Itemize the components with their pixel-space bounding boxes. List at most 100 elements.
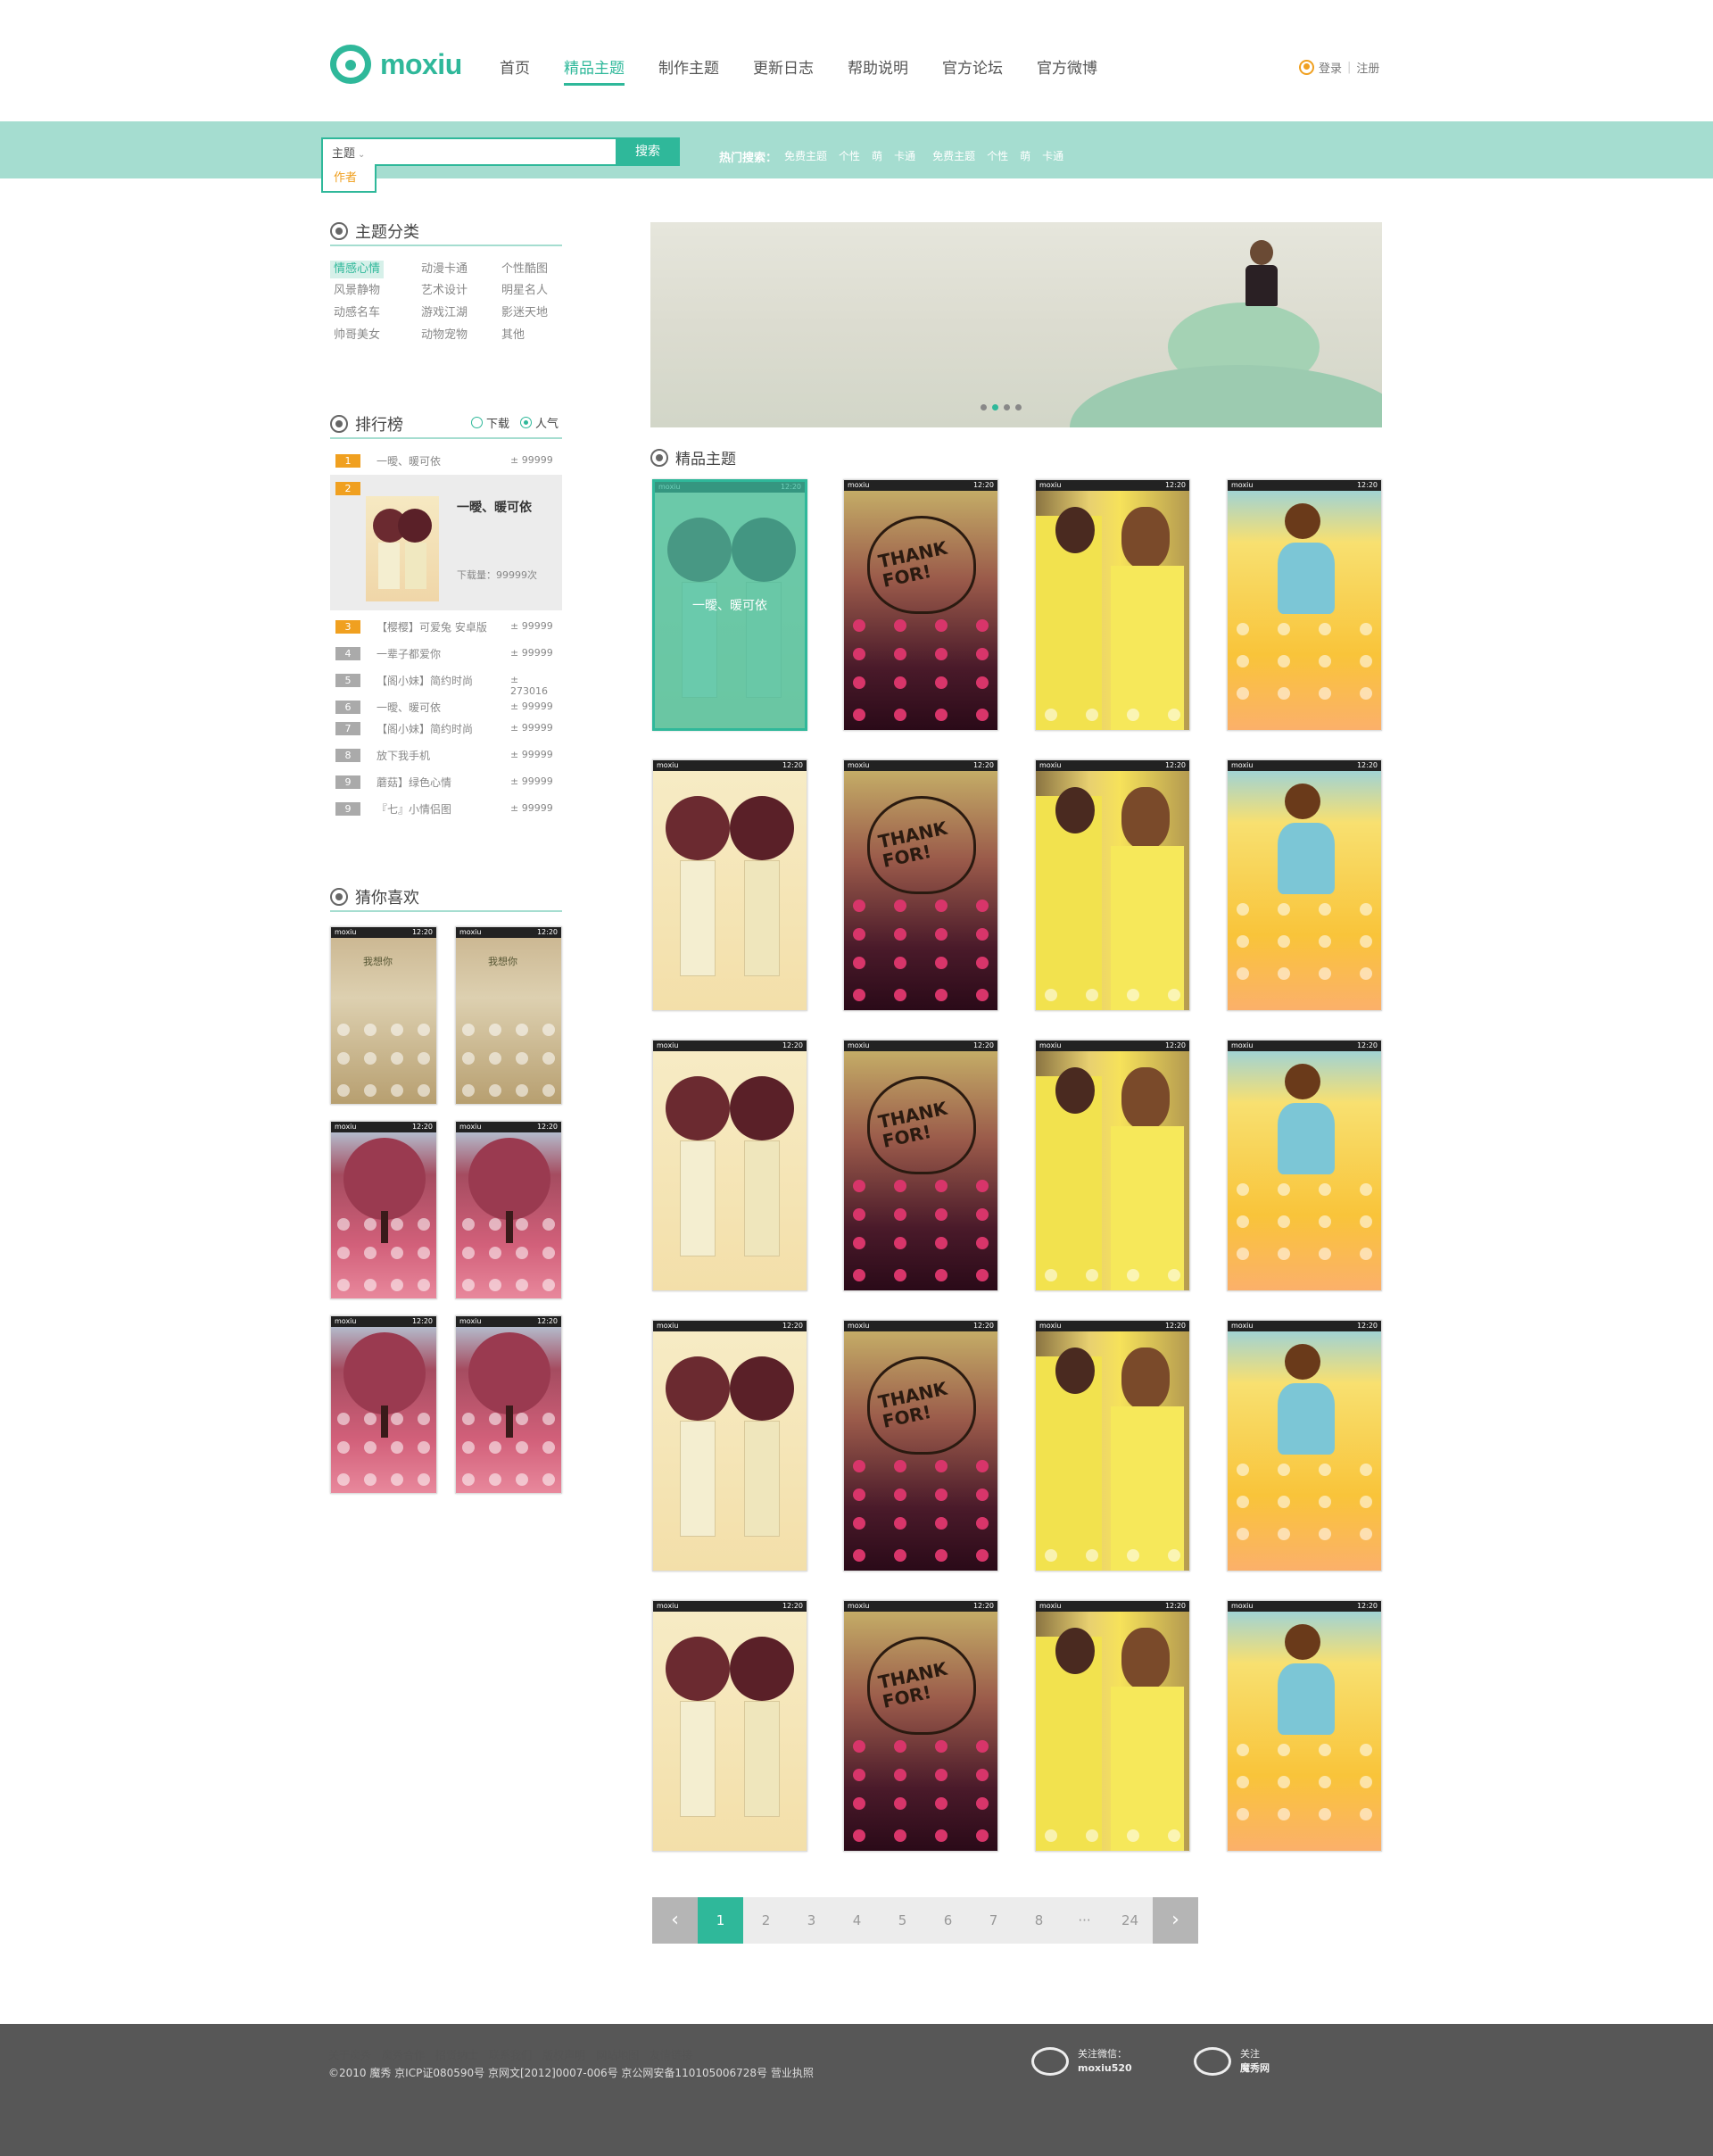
nav-forum[interactable]: 官方论坛	[942, 54, 1003, 86]
featured-theme-thumbnail[interactable]: moxiu 12:20 THANK FOR!	[843, 1600, 998, 1852]
category-item[interactable]: 动感名车	[330, 304, 384, 322]
hot-keyword[interactable]: 个性	[987, 148, 1008, 165]
featured-theme-thumbnail[interactable]: moxiu 12:20	[1227, 759, 1382, 1011]
carousel-dot[interactable]	[1015, 404, 1022, 410]
rank-row[interactable]: 3 【樱樱】可爱兔 安卓版 ± 99999	[335, 618, 559, 637]
featured-theme-thumbnail[interactable]: moxiu 12:20	[1227, 479, 1382, 731]
featured-theme-thumbnail[interactable]: moxiu 12:20	[652, 759, 807, 1011]
rank-row[interactable]: 4 一辈子都爱你 ± 99999	[335, 644, 559, 664]
featured-theme-thumbnail[interactable]: moxiu 12:20	[1035, 1320, 1190, 1571]
featured-theme-thumbnail[interactable]: moxiu 12:20 THANK FOR!	[843, 1040, 998, 1291]
category-item[interactable]: 游戏江湖	[418, 304, 471, 322]
footer-link[interactable]: 友情链接	[650, 2047, 692, 2062]
featured-theme-thumbnail[interactable]: moxiu 12:20	[1227, 1040, 1382, 1291]
category-item[interactable]: 动漫卡通	[418, 261, 471, 278]
category-item[interactable]: 影迷天地	[498, 304, 551, 322]
search-button[interactable]: 搜索	[616, 137, 680, 166]
toggle-popularity-label[interactable]: 人气	[535, 414, 559, 431]
footer-link[interactable]: 魔秀合作	[382, 2047, 425, 2062]
nav-changelog[interactable]: 更新日志	[753, 54, 814, 86]
radio-download[interactable]	[471, 417, 483, 428]
footer-link[interactable]: 招贤纳士	[435, 2047, 478, 2062]
nav-featured-themes[interactable]: 精品主题	[564, 54, 625, 86]
rank-row[interactable]: 7 【阁小妹】简约时尚 ± 99999	[335, 719, 559, 739]
featured-theme-thumbnail[interactable]: moxiu 12:20 THANK FOR!	[843, 759, 998, 1011]
page-button[interactable]: 8	[1016, 1897, 1062, 1944]
weibo-follow[interactable]: 关注 魔秀网	[1194, 2047, 1270, 2076]
rank-featured-thumbnail[interactable]	[366, 496, 439, 601]
rank-row[interactable]: 1 一曖、暖可依 ± 99999	[335, 452, 559, 471]
footer-link[interactable]: 版权声明	[542, 2047, 585, 2062]
toggle-download-label[interactable]: 下载	[486, 414, 509, 431]
wechat-follow[interactable]: 关注微信： moxiu520	[1031, 2047, 1132, 2076]
page-button[interactable]: 4	[834, 1897, 880, 1944]
guess-theme-thumbnail[interactable]: moxiu 12:20 我想你	[330, 926, 437, 1105]
featured-theme-thumbnail[interactable]: moxiu 12:20 THANK FOR!	[843, 479, 998, 731]
rank-row[interactable]: 5 【阁小妹】简约时尚 ± 273016	[335, 671, 559, 697]
search-type-select[interactable]: 主题 ⌄	[332, 144, 365, 161]
carousel-dot[interactable]	[981, 404, 987, 410]
featured-theme-thumbnail[interactable]: moxiu 12:20	[1035, 1040, 1190, 1291]
category-item[interactable]: 其他	[498, 327, 528, 344]
guess-theme-thumbnail[interactable]: moxiu 12:20 我想你	[455, 926, 562, 1105]
featured-theme-thumbnail[interactable]: moxiu 12:20	[1035, 1600, 1190, 1852]
hot-keyword[interactable]: 免费主题	[932, 148, 975, 165]
rank-row[interactable]: 6 一曖、暖可依 ± 99999	[335, 698, 559, 717]
footer-link[interactable]: 关于魔秀	[328, 2047, 371, 2062]
radio-popularity[interactable]	[520, 417, 533, 428]
hot-keyword[interactable]: 个性	[839, 148, 860, 165]
search-type-option-author[interactable]: 作者	[321, 164, 377, 193]
category-item[interactable]: 动物宠物	[418, 327, 471, 344]
guess-theme-thumbnail[interactable]: moxiu 12:20	[455, 1121, 562, 1299]
rank-row[interactable]: 9 蘑菇】绿色心情 ± 99999	[335, 773, 559, 792]
hot-keyword[interactable]: 萌	[1020, 148, 1030, 165]
category-item[interactable]: 帅哥美女	[330, 327, 384, 344]
featured-theme-thumbnail[interactable]: moxiu12:20一曖、暖可依	[652, 479, 807, 731]
featured-theme-thumbnail[interactable]: moxiu 12:20	[652, 1600, 807, 1852]
page-button[interactable]: 2	[743, 1897, 789, 1944]
featured-theme-thumbnail[interactable]: moxiu 12:20 THANK FOR!	[843, 1320, 998, 1571]
featured-theme-thumbnail[interactable]: moxiu 12:20	[1227, 1600, 1382, 1852]
banner-carousel[interactable]	[650, 222, 1382, 427]
register-link[interactable]: 注册	[1356, 59, 1379, 76]
rank-row[interactable]: 8 放下我手机 ± 99999	[335, 746, 559, 766]
guess-theme-thumbnail[interactable]: moxiu 12:20	[330, 1315, 437, 1494]
prev-page-button[interactable]: ‹	[652, 1897, 698, 1944]
featured-theme-thumbnail[interactable]: moxiu 12:20	[652, 1320, 807, 1571]
hot-keyword[interactable]: 卡通	[894, 148, 915, 165]
page-button[interactable]: 7	[971, 1897, 1016, 1944]
page-button[interactable]: 1	[698, 1897, 743, 1944]
login-link[interactable]: 登录	[1319, 59, 1342, 76]
nav-help[interactable]: 帮助说明	[848, 54, 908, 86]
rank-featured-item[interactable]	[330, 475, 562, 610]
footer-link[interactable]: 网站地图	[596, 2047, 639, 2062]
featured-theme-thumbnail[interactable]: moxiu 12:20	[1035, 759, 1190, 1011]
page-button[interactable]: 3	[789, 1897, 834, 1944]
hot-keyword[interactable]: 免费主题	[784, 148, 827, 165]
nav-home[interactable]: 首页	[500, 54, 530, 86]
category-item[interactable]: 个性酷图	[498, 261, 551, 278]
page-button[interactable]: 24	[1107, 1897, 1153, 1944]
carousel-dot[interactable]	[992, 404, 998, 410]
category-item[interactable]: 情感心情	[330, 261, 385, 278]
guess-theme-thumbnail[interactable]: moxiu 12:20	[330, 1121, 437, 1299]
featured-theme-thumbnail[interactable]: moxiu 12:20	[1227, 1320, 1382, 1571]
page-button[interactable]: 6	[925, 1897, 971, 1944]
category-item[interactable]: 风景静物	[330, 282, 384, 300]
hot-keyword[interactable]: 卡通	[1042, 148, 1063, 165]
moxiu-logo[interactable]: moxiu	[330, 45, 462, 84]
carousel-dot[interactable]	[1004, 404, 1010, 410]
next-page-button[interactable]: ›	[1153, 1897, 1198, 1944]
footer-link[interactable]: 联系我们	[489, 2047, 532, 2062]
category-item[interactable]: 明星名人	[498, 282, 551, 300]
hot-keyword[interactable]: 萌	[872, 148, 882, 165]
category-item[interactable]: 艺术设计	[418, 282, 471, 300]
guess-theme-thumbnail[interactable]: moxiu 12:20	[455, 1315, 562, 1494]
featured-theme-thumbnail[interactable]: moxiu 12:20	[652, 1040, 807, 1291]
featured-theme-thumbnail[interactable]: moxiu 12:20	[1035, 479, 1190, 731]
page-button[interactable]: 5	[880, 1897, 925, 1944]
rank-row[interactable]: 9 『七』小情侣图 ± 99999	[335, 800, 559, 819]
search-input[interactable]	[321, 137, 616, 166]
nav-make-theme[interactable]: 制作主题	[658, 54, 719, 86]
nav-weibo[interactable]: 官方微博	[1037, 54, 1097, 86]
